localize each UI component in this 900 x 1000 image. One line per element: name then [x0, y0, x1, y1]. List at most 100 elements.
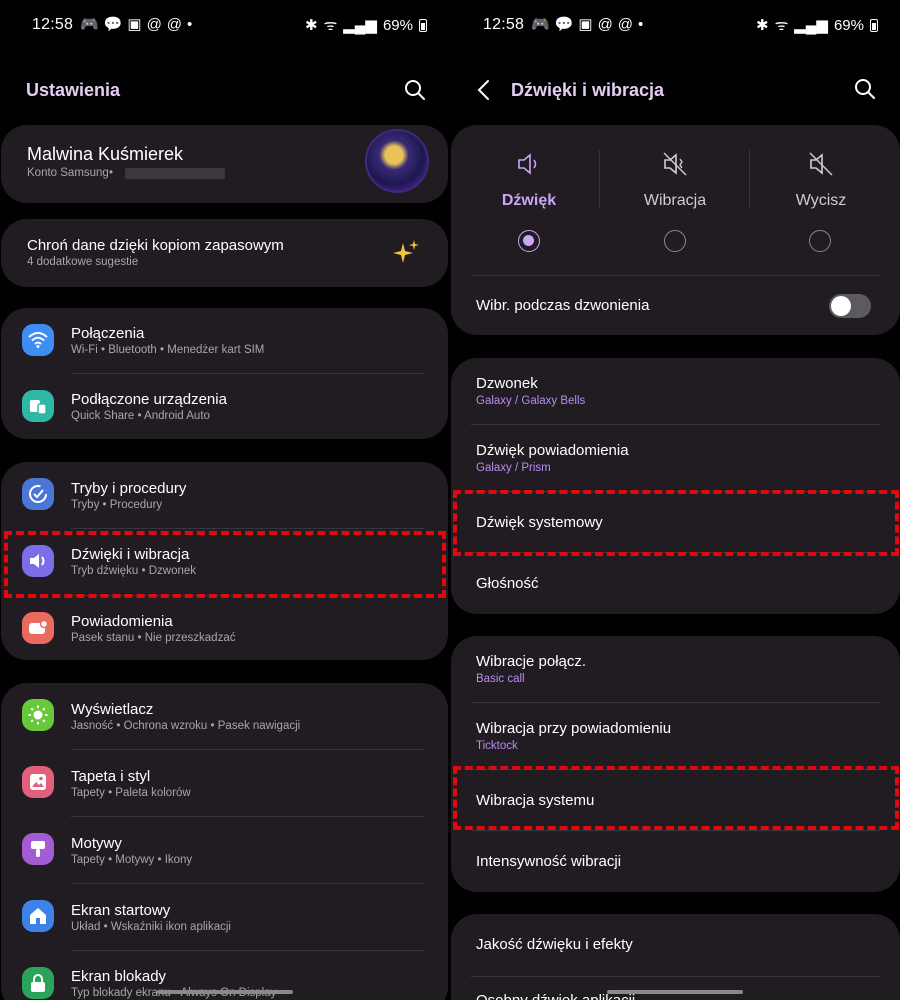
item-title: Tapeta i styl: [71, 768, 151, 785]
mode-vibrate[interactable]: Wibracja: [602, 151, 748, 210]
bluetooth-icon: ✱: [304, 17, 318, 34]
threads-icon: @: [597, 15, 613, 33]
item-sub: Ticktock: [476, 740, 518, 752]
app-icon: ▣: [127, 16, 142, 33]
item-title: Wibracje połącz.: [476, 653, 587, 670]
item-vibration-intensity[interactable]: Intensywność wibracji: [451, 831, 900, 891]
settings-item-connections[interactable]: Połączenia Wi-Fi • Bluetooth • Menedżer …: [1, 308, 448, 374]
divider: [471, 275, 880, 276]
lock-icon: [22, 967, 54, 999]
backup-suggestion-card[interactable]: Chroń dane dzięki kopiom zapasowym 4 dod…: [1, 219, 448, 287]
back-arrow-icon[interactable]: [476, 78, 492, 102]
status-bar: 12:58 🎮 💬 ▣ @ @ • ✱ ᯤ ▂▄▆ 69%: [0, 12, 449, 38]
battery-icon: [870, 18, 878, 32]
item-title: Powiadomienia: [71, 613, 173, 630]
item-sub: Galaxy / Prism: [476, 462, 551, 474]
bluetooth-icon: ✱: [755, 17, 769, 34]
search-icon[interactable]: [853, 77, 877, 101]
radio-vibrate[interactable]: [664, 230, 686, 252]
mode-mute[interactable]: Wycisz: [748, 151, 894, 210]
notification-icon: [22, 612, 54, 644]
item-system-sound[interactable]: Dźwięk systemowy: [451, 492, 900, 552]
threads-icon: @: [166, 15, 183, 33]
item-title: Głośność: [476, 575, 539, 592]
battery-percent: 69%: [833, 16, 864, 34]
divider: [599, 150, 600, 208]
navigation-bar[interactable]: [607, 990, 743, 994]
threads-icon: @: [146, 15, 162, 33]
sparkle-icon: [393, 240, 419, 263]
settings-item-connected-devices[interactable]: Podłączone urządzenia Quick Share • Andr…: [1, 374, 448, 439]
devices-icon: [22, 390, 54, 422]
item-system-vibration[interactable]: Wibracja systemu: [451, 770, 900, 830]
backup-sub: 4 dodatkowe sugestie: [27, 256, 139, 268]
page-title: Dźwięki i wibracja: [511, 80, 665, 100]
sound-settings-group: Dzwonek Galaxy / Galaxy Bells Dźwięk pow…: [451, 358, 900, 614]
profile-account: Konto Samsung: [27, 167, 109, 179]
item-sub: Tryby • Procedury: [71, 499, 163, 511]
item-call-vibration[interactable]: Wibracje połącz. Basic call: [451, 636, 900, 702]
radio-mute[interactable]: [809, 230, 831, 252]
item-title: Tryby i procedury: [71, 480, 187, 497]
wallpaper-icon: [22, 766, 54, 798]
vibrate-ring-label: Wibr. podczas dzwonienia: [476, 297, 650, 314]
item-title: Motywy: [71, 835, 122, 852]
item-ringtone[interactable]: Dzwonek Galaxy / Galaxy Bells: [451, 358, 900, 424]
mode-label: Dźwięk: [501, 192, 557, 209]
sound-mode-card: Dźwięk Wibracja Wycisz Wibr. podczas dzw…: [451, 125, 900, 335]
status-time: 12:58: [483, 16, 525, 33]
mute-icon: [809, 152, 833, 176]
item-notification-vibration[interactable]: Wibracja przy powiadomieniu Ticktock: [451, 703, 900, 769]
wifi-status-icon: ᯤ: [774, 17, 789, 34]
sound-quality-group: Jakość dźwięku i efekty Osobny dźwięk ap…: [451, 914, 900, 1000]
item-sub: Tryb dźwięku • Dzwonek: [71, 565, 197, 577]
dot-icon: •: [187, 15, 193, 33]
modes-icon: [22, 478, 54, 510]
navigation-bar[interactable]: [157, 990, 293, 994]
vibration-settings-group: Wibracje połącz. Basic call Wibracja prz…: [451, 636, 900, 892]
vibrate-ring-toggle[interactable]: [829, 294, 871, 318]
battery-icon: [419, 18, 427, 32]
radio-sound[interactable]: [518, 230, 540, 252]
settings-item-modes[interactable]: Tryby i procedury Tryby • Procedury: [1, 462, 448, 528]
profile-card[interactable]: Malwina Kuśmierek Konto Samsung •: [1, 125, 448, 203]
notification-icons: 🎮 💬 ▣ @ @ •: [80, 15, 193, 34]
item-sub: Pasek stanu • Nie przeszkadzać: [71, 632, 236, 644]
item-title: Ekran startowy: [71, 902, 171, 919]
settings-item-display[interactable]: Wyświetlacz Jasność • Ochrona wzroku • P…: [1, 683, 448, 749]
chat-icon: 💬: [103, 16, 123, 33]
settings-item-home-screen[interactable]: Ekran startowy Układ • Wskaźniki ikon ap…: [1, 884, 448, 950]
search-icon[interactable]: [403, 78, 427, 102]
item-sound-quality[interactable]: Jakość dźwięku i efekty: [451, 914, 900, 976]
settings-item-sounds-vibration[interactable]: Dźwięki i wibracja Tryb dźwięku • Dzwone…: [1, 529, 448, 595]
item-sub: Basic call: [476, 673, 525, 685]
item-volume[interactable]: Głośność: [451, 553, 900, 613]
settings-item-wallpaper[interactable]: Tapeta i styl Tapety • Paleta kolorów: [1, 750, 448, 816]
app-icon: ▣: [578, 16, 593, 33]
item-sub: Wi-Fi • Bluetooth • Menedżer kart SIM: [71, 344, 265, 356]
connections-group: Połączenia Wi-Fi • Bluetooth • Menedżer …: [1, 308, 448, 439]
item-title: Jakość dźwięku i efekty: [476, 936, 633, 953]
status-bar: 12:58 🎮 💬 ▣ @ @ • ✱ ᯤ ▂▄▆ 69%: [451, 12, 900, 38]
item-title: Ekran blokady: [71, 968, 167, 985]
item-sub: Tapety • Paleta kolorów: [71, 787, 191, 799]
item-title: Dźwięki i wibracja: [71, 546, 190, 563]
mode-label: Wycisz: [795, 192, 847, 209]
settings-item-themes[interactable]: Motywy Tapety • Motywy • Ikony: [1, 817, 448, 883]
item-title: Dzwonek: [476, 375, 538, 392]
item-title: Wibracja przy powiadomieniu: [476, 720, 672, 737]
modes-sound-group: Tryby i procedury Tryby • Procedury Dźwi…: [1, 462, 448, 660]
chat-icon: 💬: [554, 16, 574, 33]
avatar[interactable]: [365, 129, 429, 193]
settings-item-notifications[interactable]: Powiadomienia Pasek stanu • Nie przeszka…: [1, 596, 448, 660]
mode-sound[interactable]: Dźwięk: [456, 151, 602, 210]
item-title: Wibracja systemu: [476, 792, 595, 809]
signal-icon: ▂▄▆: [343, 17, 377, 34]
mode-label: Wibracja: [643, 192, 707, 209]
battery-percent: 69%: [382, 16, 413, 34]
item-separate-app-sound[interactable]: Osobny dźwięk aplikacji: [451, 977, 900, 1000]
item-title: Podłączone urządzenia: [71, 391, 227, 408]
item-notification-sound[interactable]: Dźwięk powiadomienia Galaxy / Prism: [451, 425, 900, 491]
backup-title: Chroń dane dzięki kopiom zapasowym: [27, 237, 284, 254]
dot-icon: •: [638, 15, 644, 33]
